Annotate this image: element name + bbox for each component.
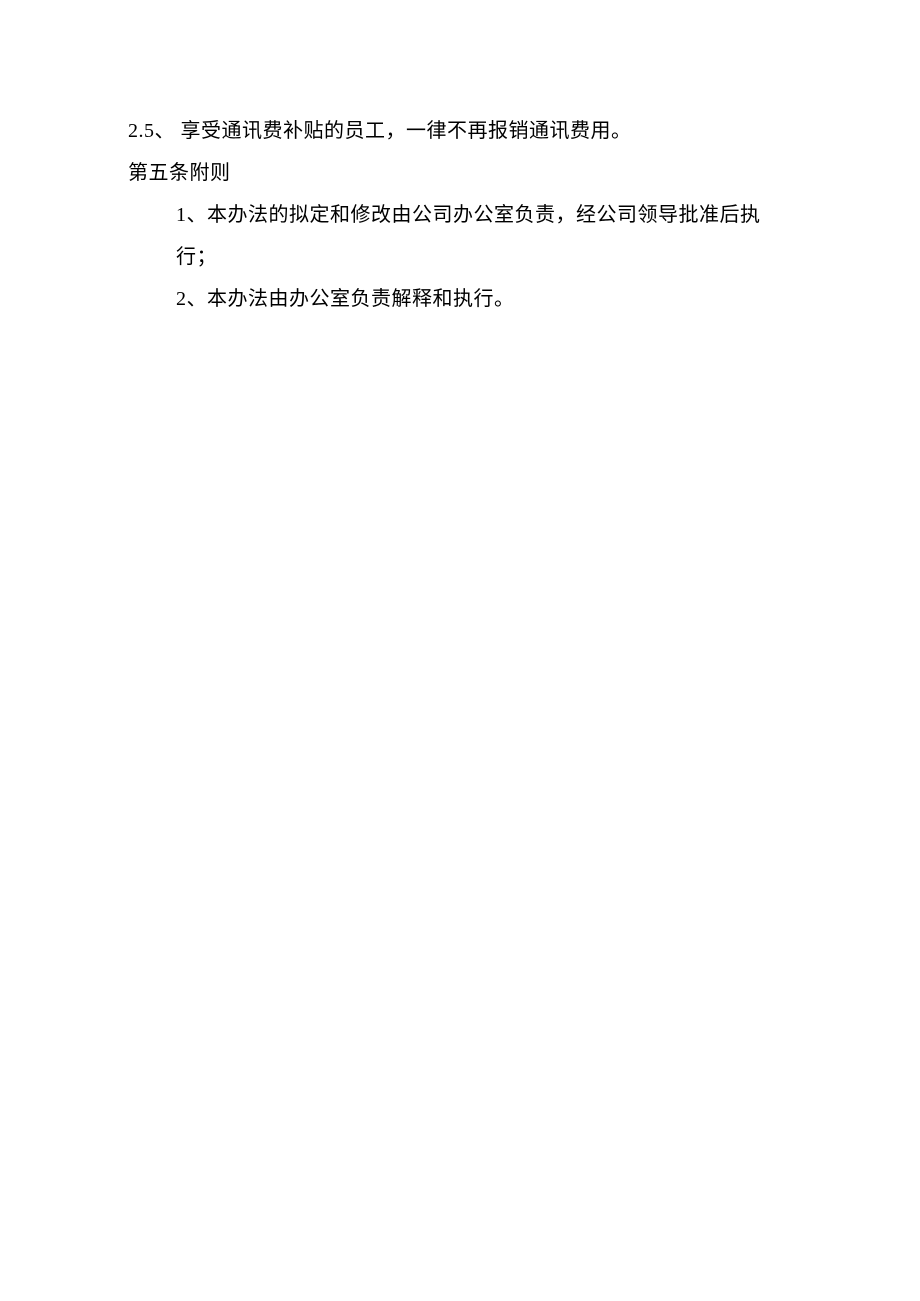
section-heading: 第五条附则	[128, 152, 792, 194]
document-page: 2.5、 享受通讯费补贴的员工，一律不再报销通讯费用。 第五条附则 1、本办法的…	[0, 0, 920, 320]
paragraph-line: 2.5、 享受通讯费补贴的员工，一律不再报销通讯费用。	[128, 110, 792, 152]
list-item: 2、本办法由办公室负责解释和执行。	[128, 278, 792, 320]
list-item: 1、本办法的拟定和修改由公司办公室负责，经公司领导批准后执行；	[128, 194, 792, 278]
